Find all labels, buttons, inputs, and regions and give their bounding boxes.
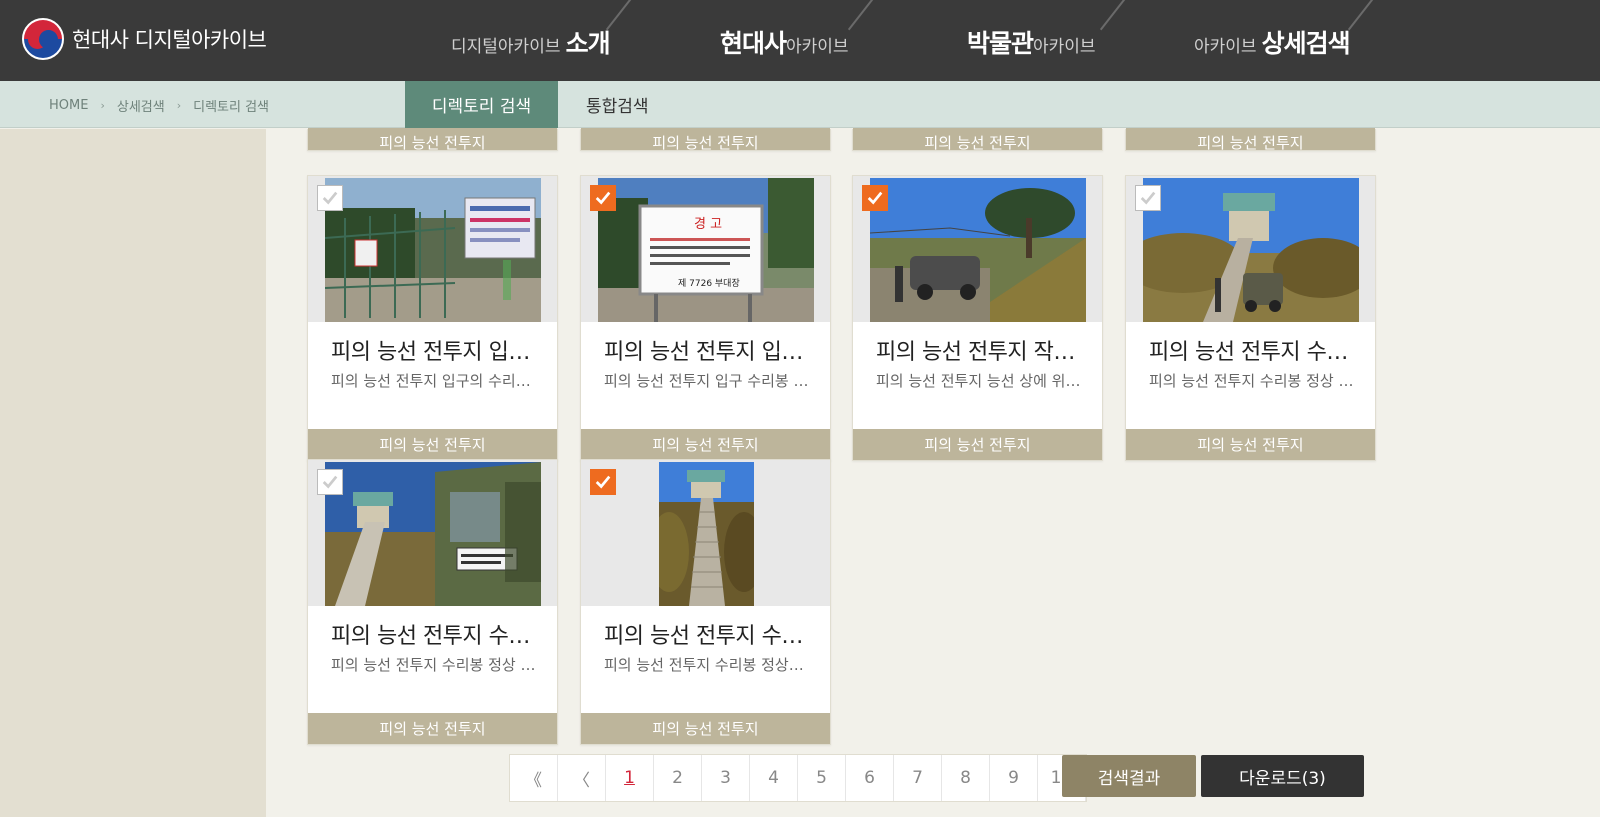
top-header: 현대사 디지털아카이브 디지털아카이브 소개 현대사아카이브 박물관아카이브 아…	[0, 0, 1600, 81]
nav-detailed-search[interactable]: 아카이브 상세검색	[1194, 24, 1351, 60]
left-sidebar	[0, 129, 266, 817]
taegeuk-logo-icon	[22, 18, 64, 60]
card-title: 피의 능선 전투지 수리봉 정상	[1149, 340, 1359, 365]
nav-modern-history-archive[interactable]: 현대사아카이브	[720, 24, 849, 60]
select-checkbox[interactable]	[317, 469, 343, 495]
checkmark-icon	[595, 475, 611, 489]
card-category: 피의 능선 전투지	[308, 713, 557, 744]
page-number[interactable]: 4	[750, 755, 798, 801]
card-category: 피의 능선 전투지	[1126, 429, 1375, 460]
thumbnail	[1126, 176, 1375, 322]
breadcrumb-home[interactable]: HOME	[49, 98, 88, 113]
page-number[interactable]: 6	[846, 755, 894, 801]
checkmark-icon	[322, 191, 338, 205]
breadcrumb-directory-search[interactable]: 디렉토리 검색	[193, 96, 269, 115]
search-results-button[interactable]: 검색결과	[1062, 755, 1196, 797]
page-number[interactable]: 8	[942, 755, 990, 801]
warning-sign-photo: 경 고 제 7726 부대장	[598, 178, 814, 322]
card-category: 피의 능선 전투지	[853, 429, 1102, 460]
prev-page-button[interactable]: 〈	[558, 755, 606, 801]
result-card[interactable]: 피의 능선 전투지 작전도로 피의 능선 전투지 능선 상에 위치한 도로 피의…	[852, 175, 1103, 461]
page-number[interactable]: 1	[606, 755, 654, 801]
result-card[interactable]: 경 고 제 7726 부대장 피의 능선 전투지 입구 경고판 피의 능선 전투…	[580, 175, 831, 461]
result-card[interactable]: 피의 능선 전투지 수리봉 계단 피의 능선 전투지 수리봉 정상 관측소 계단…	[307, 459, 558, 745]
nav-intro[interactable]: 디지털아카이브 소개	[451, 24, 611, 60]
card-title: 피의 능선 전투지 입구 경고판	[604, 340, 814, 365]
result-card-partial[interactable]: 피의 능선 전투지	[852, 128, 1103, 151]
card-category: 피의 능선 전투지	[308, 429, 557, 460]
card-title: 피의 능선 전투지 작전도로	[876, 340, 1086, 365]
card-description: 피의 능선 전투지 수리봉 정상으로 가는 계단	[604, 656, 814, 674]
select-checkbox[interactable]	[1135, 185, 1161, 211]
chevron-right-icon: ›	[100, 99, 105, 112]
tab-directory-search[interactable]: 디렉토리 검색	[405, 81, 558, 128]
thumbnail: 경 고 제 7726 부대장	[581, 176, 830, 322]
result-card[interactable]: 피의 능선 전투지 수리봉 계단길 피의 능선 전투지 수리봉 정상으로 가는 …	[580, 459, 831, 745]
checkmark-icon	[595, 191, 611, 205]
nav-museum-archive[interactable]: 박물관아카이브	[967, 24, 1096, 60]
thumbnail	[308, 460, 557, 606]
card-category: 피의 능선 전투지	[581, 713, 830, 744]
select-checkbox[interactable]	[590, 185, 616, 211]
tab-integrated-search[interactable]: 통합검색	[586, 81, 649, 128]
card-description: 피의 능선 전투지 능선 상에 위치한 도로	[876, 372, 1086, 390]
pagination: 《 〈 1 2 3 4 5 6 7 8 9 10	[509, 754, 1087, 802]
page-number[interactable]: 9	[990, 755, 1038, 801]
select-checkbox[interactable]	[590, 469, 616, 495]
select-checkbox[interactable]	[862, 185, 888, 211]
card-title: 피의 능선 전투지 수리봉 계단길	[604, 624, 814, 649]
military-truck-photo	[325, 462, 541, 606]
breadcrumb-detail-search[interactable]: 상세검색	[117, 96, 165, 115]
select-checkbox[interactable]	[317, 185, 343, 211]
gate-fence-photo	[325, 178, 541, 322]
result-card[interactable]: 피의 능선 전투지 수리봉 정상 피의 능선 전투지 수리봉 정상 관측소 피의…	[1125, 175, 1376, 461]
card-description: 피의 능선 전투지 수리봉 정상 관측소	[1149, 372, 1359, 390]
page-number[interactable]: 3	[702, 755, 750, 801]
result-card-partial[interactable]: 피의 능선 전투지	[307, 128, 558, 151]
thumbnail	[308, 176, 557, 322]
download-button[interactable]: 다운로드(3)	[1201, 755, 1364, 797]
page-number[interactable]: 5	[798, 755, 846, 801]
card-description: 피의 능선 전투지 입구 수리봉 경고판	[604, 372, 814, 390]
thumbnail	[853, 176, 1102, 322]
site-name: 현대사 디지털아카이브	[72, 28, 267, 52]
svg-text:제 7726 부대장: 제 7726 부대장	[678, 278, 740, 289]
thumbnail	[581, 460, 830, 606]
checkmark-icon	[867, 191, 883, 205]
result-card[interactable]: 피의 능선 전투지 입구의 수리봉 피의 능선 전투지 입구의 수리봉 정상 모…	[307, 175, 558, 461]
observation-post-photo	[1143, 178, 1359, 322]
card-title: 피의 능선 전투지 입구의 수리봉	[331, 340, 541, 365]
breadcrumb: HOME › 상세검색 › 디렉토리 검색	[49, 96, 269, 115]
sub-navigation-bar: HOME › 상세검색 › 디렉토리 검색 디렉토리 검색 통합검색	[0, 81, 1600, 128]
card-description: 피의 능선 전투지 수리봉 정상 관측소 계단	[331, 656, 541, 674]
stairs-vertical-photo	[659, 462, 754, 606]
site-logo[interactable]: 현대사 디지털아카이브	[22, 18, 267, 60]
page-number[interactable]: 7	[894, 755, 942, 801]
first-page-button[interactable]: 《	[510, 755, 558, 801]
card-description: 피의 능선 전투지 입구의 수리봉 정상 모습	[331, 372, 541, 390]
result-card-partial[interactable]: 피의 능선 전투지	[580, 128, 831, 151]
svg-text:경 고: 경 고	[694, 217, 722, 232]
card-category: 피의 능선 전투지	[581, 429, 830, 460]
card-title: 피의 능선 전투지 수리봉 계단	[331, 624, 541, 649]
chevron-right-icon: ›	[176, 99, 182, 112]
page-number[interactable]: 2	[654, 755, 702, 801]
checkmark-icon	[322, 475, 338, 489]
checkmark-icon	[1140, 191, 1156, 205]
suv-hill-photo	[870, 178, 1086, 322]
result-card-partial[interactable]: 피의 능선 전투지	[1125, 128, 1376, 151]
